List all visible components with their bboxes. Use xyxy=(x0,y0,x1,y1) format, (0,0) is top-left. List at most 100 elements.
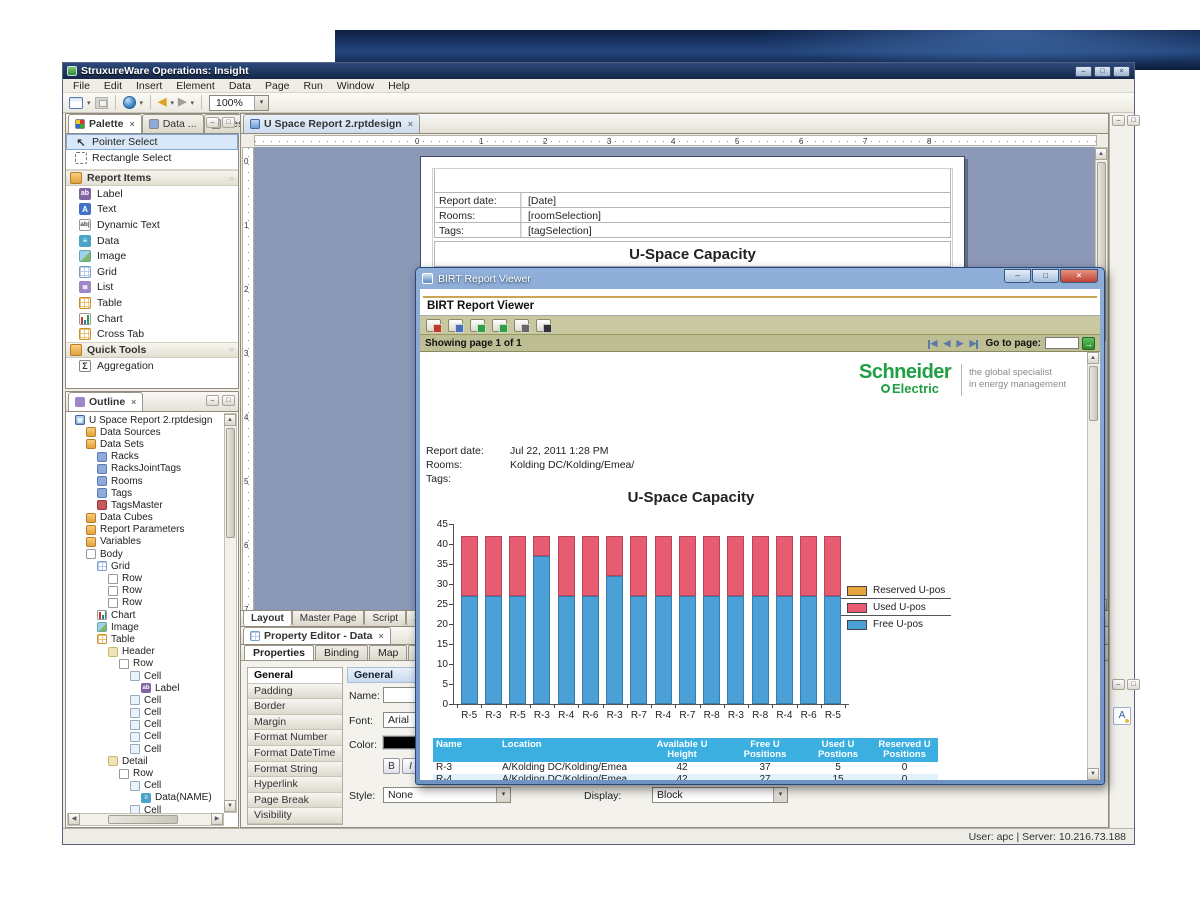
go-button[interactable]: → xyxy=(1082,337,1095,350)
tree-item-header[interactable]: Header xyxy=(67,646,224,658)
palette-item-grid[interactable]: Grid xyxy=(66,264,238,280)
bar-segment-used-u-pos[interactable] xyxy=(727,536,744,596)
tree-item-data-cubes[interactable]: Data Cubes xyxy=(67,512,224,524)
scroll-up-icon[interactable]: ▲ xyxy=(1095,148,1107,160)
minimize-view-icon[interactable]: – xyxy=(1112,679,1125,690)
palette-item-list[interactable]: ≣List xyxy=(66,280,238,296)
last-page-icon[interactable]: ▶ xyxy=(966,338,979,349)
maximize-view-icon[interactable]: □ xyxy=(222,117,235,128)
tab-script[interactable]: Script xyxy=(364,611,406,626)
palette-item-text[interactable]: AText xyxy=(66,202,238,218)
table-row[interactable]: R-3A/Kolding DC/Kolding/Emea423750 xyxy=(433,762,938,774)
style-dropdown[interactable]: None▾ xyxy=(383,787,511,803)
bar-segment-used-u-pos[interactable] xyxy=(509,536,526,596)
bar-segment-used-u-pos[interactable] xyxy=(679,536,696,596)
goto-page-input[interactable] xyxy=(1045,337,1079,349)
previous-page-icon[interactable]: ◀ xyxy=(940,338,953,349)
maximize-button[interactable]: □ xyxy=(1032,269,1059,283)
print-server-icon[interactable] xyxy=(536,319,551,332)
column-header-reserved-u-positions[interactable]: Reserved U Positions xyxy=(871,738,938,762)
new-dropdown-icon[interactable]: ▾ xyxy=(87,99,91,107)
parameters-icon[interactable] xyxy=(448,319,463,332)
export-data-icon[interactable] xyxy=(470,319,485,332)
tree-item-report-parameters[interactable]: Report Parameters xyxy=(67,524,224,536)
close-button[interactable]: × xyxy=(1113,66,1130,77)
design-label-cell[interactable]: Rooms: xyxy=(435,208,521,222)
tree-item-cell[interactable]: Cell xyxy=(67,743,224,755)
toc-icon[interactable] xyxy=(426,319,441,332)
column-header-available-u-height[interactable]: Available U Height xyxy=(639,738,725,762)
bar-segment-free-u-pos[interactable] xyxy=(485,596,502,704)
design-row-rooms[interactable]: Rooms:[roomSelection] xyxy=(434,207,951,223)
tree-item-row[interactable]: Row xyxy=(67,597,224,609)
design-value-cell[interactable]: [roomSelection] xyxy=(521,208,950,222)
bar-segment-free-u-pos[interactable] xyxy=(655,596,672,704)
design-row-tags[interactable]: Tags:[tagSelection] xyxy=(434,222,951,238)
save-button[interactable] xyxy=(95,97,108,109)
title-bar[interactable]: StruxureWare Operations: Insight – □ × xyxy=(63,63,1134,79)
design-label-cell[interactable]: Report date: xyxy=(435,193,521,207)
category-margin[interactable]: Margin xyxy=(248,715,342,731)
tab-outline[interactable]: Outline× xyxy=(68,392,143,411)
design-report-title[interactable]: U-Space Capacity xyxy=(434,241,951,267)
section-report-items[interactable]: Report Items○ xyxy=(66,170,238,186)
tree-item-cell[interactable]: Cell xyxy=(67,694,224,706)
palette-item-table[interactable]: Table xyxy=(66,295,238,311)
back-icon[interactable]: ◀ xyxy=(158,96,166,109)
minimize-view-icon[interactable]: – xyxy=(1112,115,1125,126)
design-row-report-date[interactable]: Report date:[Date] xyxy=(434,192,951,208)
zoom-dropdown-icon[interactable]: ▾ xyxy=(254,96,268,110)
menu-edit[interactable]: Edit xyxy=(97,79,129,93)
minimize-button[interactable]: – xyxy=(1075,66,1092,77)
bar-segment-used-u-pos[interactable] xyxy=(606,536,623,576)
column-header-name[interactable]: Name xyxy=(433,738,499,762)
tree-item-racks[interactable]: Racks xyxy=(67,451,224,463)
scroll-down-icon[interactable]: ▼ xyxy=(224,800,236,812)
bar-segment-free-u-pos[interactable] xyxy=(630,596,647,704)
collapse-icon[interactable]: ○ xyxy=(229,174,234,183)
tool-pointer-select[interactable]: ↖Pointer Select xyxy=(66,134,238,150)
tree-item-variables[interactable]: Variables xyxy=(67,536,224,548)
tree-item-row[interactable]: Row xyxy=(67,767,224,779)
table-row[interactable]: R-4A/Kolding DC/Kolding/Emea4227150 xyxy=(433,774,938,781)
palette-item-data[interactable]: ≡Data xyxy=(66,233,238,249)
category-visibility[interactable]: Visibility xyxy=(248,808,342,824)
bar-segment-free-u-pos[interactable] xyxy=(679,596,696,704)
scroll-right-icon[interactable]: ▶ xyxy=(211,813,223,825)
bar-segment-used-u-pos[interactable] xyxy=(630,536,647,596)
tree-item-cell[interactable]: Cell xyxy=(67,731,224,743)
bar-segment-used-u-pos[interactable] xyxy=(558,536,575,596)
column-header-free-u-positions[interactable]: Free U Positions xyxy=(725,738,805,762)
subtab-map[interactable]: Map xyxy=(369,645,407,660)
tree-item-cell[interactable]: Cell xyxy=(67,780,224,792)
bar-segment-free-u-pos[interactable] xyxy=(727,596,744,704)
bar-segment-free-u-pos[interactable] xyxy=(533,556,550,704)
bar-segment-used-u-pos[interactable] xyxy=(655,536,672,596)
scrollbar-thumb[interactable] xyxy=(108,815,178,824)
bar-segment-used-u-pos[interactable] xyxy=(533,536,550,556)
attributes-view-icon[interactable]: A xyxy=(1113,707,1131,725)
bar-segment-used-u-pos[interactable] xyxy=(485,536,502,596)
bar-segment-used-u-pos[interactable] xyxy=(703,536,720,596)
minimize-view-icon[interactable]: – xyxy=(206,395,219,406)
menu-insert[interactable]: Insert xyxy=(129,79,169,93)
close-icon[interactable]: × xyxy=(379,631,384,641)
publish-dropdown-icon[interactable]: ▾ xyxy=(140,99,144,107)
minimize-view-icon[interactable]: – xyxy=(206,117,219,128)
tree-item-row[interactable]: Row xyxy=(67,572,224,584)
design-label-cell[interactable]: Tags: xyxy=(435,223,521,237)
bar-segment-free-u-pos[interactable] xyxy=(824,596,841,704)
scrollbar-thumb[interactable] xyxy=(1089,366,1098,421)
palette-item-dynamic-text[interactable]: ab|Dynamic Text xyxy=(66,217,238,233)
viewer-vscrollbar[interactable]: ▲ ▼ xyxy=(1087,352,1100,780)
bold-button[interactable]: B xyxy=(383,758,400,774)
bar-segment-free-u-pos[interactable] xyxy=(800,596,817,704)
new-report-button[interactable] xyxy=(69,97,83,109)
bar-segment-used-u-pos[interactable] xyxy=(776,536,793,596)
bar-segment-free-u-pos[interactable] xyxy=(509,596,526,704)
tree-item-body[interactable]: Body xyxy=(67,548,224,560)
tree-item-label[interactable]: abLabel xyxy=(67,682,224,694)
back-dropdown-icon[interactable]: ▾ xyxy=(171,99,175,107)
palette-item-chart[interactable]: Chart xyxy=(66,311,238,327)
tree-item-data-sources[interactable]: Data Sources xyxy=(67,426,224,438)
